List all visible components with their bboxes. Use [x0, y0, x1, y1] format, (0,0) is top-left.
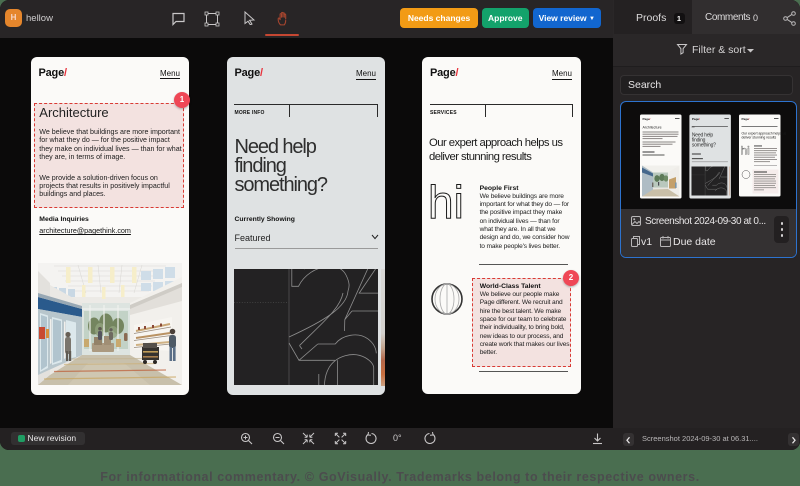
- svg-text:hi: hi: [428, 179, 464, 224]
- svg-text:hi: hi: [741, 144, 750, 158]
- svg-text:Architecture: Architecture: [643, 126, 662, 130]
- svg-text:deliver stunning results: deliver stunning results: [742, 136, 777, 140]
- svg-text:something?: something?: [692, 143, 716, 149]
